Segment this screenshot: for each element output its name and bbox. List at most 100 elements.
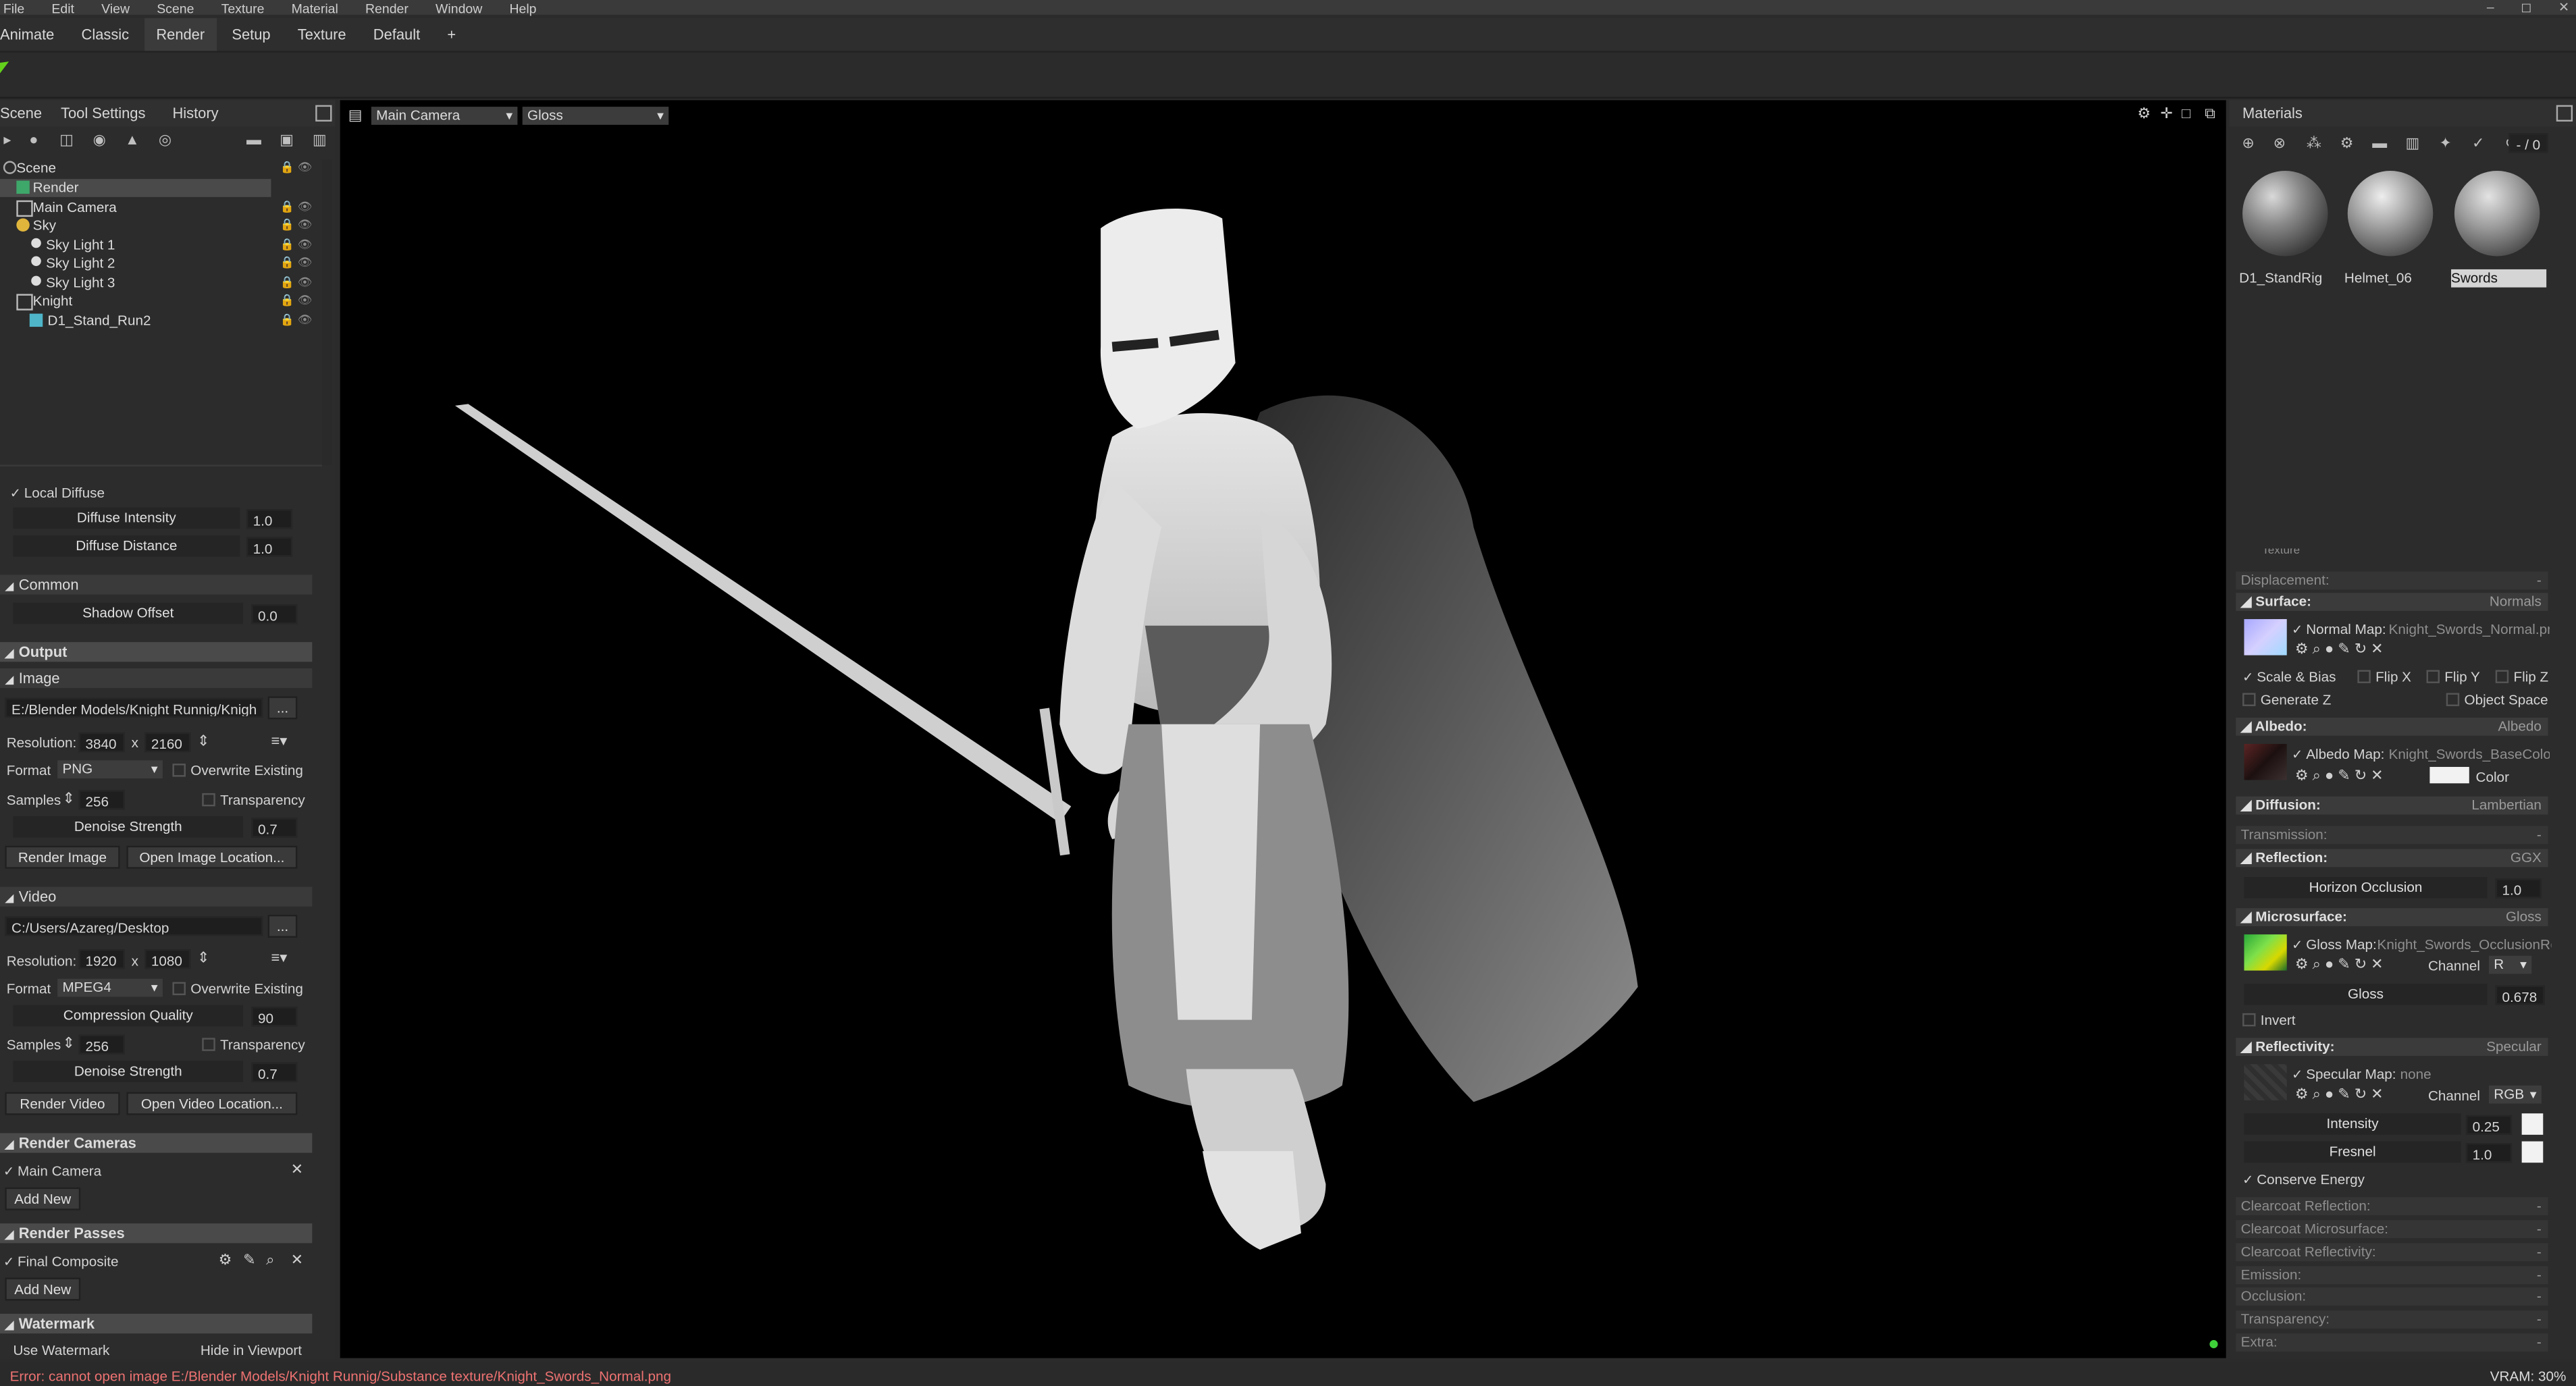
video-denoise-value[interactable]: 0.7 <box>251 1062 298 1083</box>
open-image-location-button[interactable]: Open Image Location... <box>126 845 298 869</box>
image-transparency-checkbox[interactable]: Transparency <box>202 790 305 809</box>
image-path-field[interactable]: E:/Blender Models/Knight Runnig/Knigh <box>5 697 263 718</box>
image-width-field[interactable]: 3840 <box>78 732 125 753</box>
section-microsurface[interactable]: ◢ Microsurface: Gloss <box>2236 908 2548 926</box>
compression-quality-slider[interactable]: Compression Quality <box>13 1005 244 1027</box>
lock-eye-icons[interactable]: 🔒 👁 <box>280 292 313 311</box>
duplicate-material-icon[interactable]: ⊗ <box>2272 136 2287 151</box>
image-format-dropdown[interactable]: PNG <box>57 760 163 779</box>
tree-item-scene[interactable]: Scene 🔒 👁 <box>0 159 322 178</box>
menu-file[interactable]: File <box>3 3 24 16</box>
check-icon[interactable]: ✓ <box>2471 136 2486 151</box>
lock-eye-icons[interactable]: 🔒 👁 <box>280 198 313 217</box>
section-transparency[interactable]: Transparency: - <box>2236 1310 2548 1329</box>
image-denoise-value[interactable]: 0.7 <box>251 818 298 838</box>
select-tool-icon[interactable] <box>0 61 11 77</box>
remove-camera-icon[interactable]: ✕ <box>291 1162 303 1177</box>
specular-map-checkbox[interactable]: Specular Map: <box>2292 1064 2396 1086</box>
section-occlusion[interactable]: Occlusion: - <box>2236 1287 2548 1306</box>
add-tab-button[interactable]: + <box>436 18 467 51</box>
tab-default[interactable]: Default <box>362 18 431 51</box>
viewport[interactable]: ▤ Main Camera Gloss ⚙ ✛ □ ⧉ <box>340 100 2226 1358</box>
add-group-icon[interactable]: ◉ <box>92 132 107 148</box>
map-tool-icons[interactable]: ⚙ ⌕ ● ✎ ↻ ✕ <box>2295 641 2384 657</box>
tree-item-main-camera[interactable]: Main Camera 🔒 👁 <box>0 198 322 217</box>
new-material-icon[interactable]: ⊕ <box>2241 136 2256 151</box>
aspect-icon[interactable]: ⇕ <box>197 950 209 965</box>
close-button[interactable]: ✕ <box>2558 0 2569 15</box>
lock-eye-icons[interactable]: 🔒 👁 <box>280 236 313 255</box>
invert-checkbox[interactable]: Invert <box>2242 1010 2296 1030</box>
gloss-map-checkbox[interactable]: Gloss Map: <box>2292 934 2377 956</box>
compression-quality-value[interactable]: 90 <box>251 1007 298 1027</box>
horizon-occlusion-value[interactable]: 1.0 <box>2495 878 2542 899</box>
assign-icon[interactable]: ✦ <box>2438 136 2453 151</box>
generate-z-checkbox[interactable]: Generate Z <box>2242 690 2332 710</box>
video-samples-field[interactable]: 256 <box>78 1034 125 1055</box>
flip-z-checkbox[interactable]: Flip Z <box>2496 667 2548 687</box>
specular-channel-dropdown[interactable]: RGB <box>2488 1085 2542 1104</box>
hide-in-viewport-checkbox[interactable]: Hide in Viewport <box>201 1340 302 1360</box>
diffuse-intensity-slider[interactable]: Diffuse Intensity <box>13 507 240 529</box>
maximize-button[interactable]: ◻ <box>2521 0 2531 15</box>
section-watermark[interactable]: ◢ Watermark <box>0 1313 313 1334</box>
specular-map-file[interactable]: none <box>2400 1064 2432 1084</box>
video-transparency-checkbox[interactable]: Transparency <box>202 1034 305 1054</box>
gloss-map-file[interactable]: Knight_Swords_OcclusionRo <box>2377 934 2552 954</box>
tab-materials[interactable]: Materials <box>2242 105 2303 122</box>
material-settings-icon[interactable]: ⚙ <box>2340 136 2355 151</box>
image-overwrite-checkbox[interactable]: Overwrite Existing <box>172 760 303 780</box>
image-samples-field[interactable]: 256 <box>78 790 125 810</box>
gloss-value[interactable]: 0.678 <box>2495 985 2545 1005</box>
local-diffuse-checkbox[interactable]: Local Diffuse <box>10 483 105 504</box>
video-height-field[interactable]: 1080 <box>144 949 191 969</box>
specular-map-thumbnail[interactable] <box>2244 1064 2287 1100</box>
gloss-channel-dropdown[interactable]: R <box>2488 955 2532 974</box>
open-video-location-button[interactable]: Open Video Location... <box>126 1092 298 1115</box>
section-reflectivity[interactable]: ◢ Reflectivity: Specular <box>2236 1038 2548 1057</box>
gloss-map-thumbnail[interactable] <box>2244 934 2287 971</box>
conserve-energy-checkbox[interactable]: Conserve Energy <box>2242 1169 2365 1191</box>
section-image[interactable]: ◢ Image <box>0 668 313 689</box>
material-thumb-swords[interactable]: Swords <box>2448 166 2547 288</box>
shadow-offset-value[interactable]: 0.0 <box>251 604 298 624</box>
image-height-field[interactable]: 2160 <box>144 732 191 753</box>
menu-scene[interactable]: Scene <box>157 3 194 16</box>
add-mesh-icon[interactable]: ▲ <box>125 132 140 148</box>
map-tool-icons[interactable]: ⚙ ⌕ ● ✎ ↻ ✕ <box>2295 768 2384 783</box>
normal-map-file[interactable]: Knight_Swords_Normal.png <box>2389 619 2550 639</box>
tab-tool-settings[interactable]: Tool Settings <box>61 105 145 122</box>
normal-map-thumbnail[interactable] <box>2244 619 2287 656</box>
section-clearcoat-reflectivity[interactable]: Clearcoat Reflectivity: - <box>2236 1243 2548 1262</box>
add-pass-button[interactable]: Add New <box>5 1277 81 1301</box>
section-output[interactable]: ◢ Output <box>0 642 313 662</box>
add-camera-button[interactable]: Add New <box>5 1187 81 1210</box>
new-object-icon[interactable]: ▸ <box>0 132 15 148</box>
intensity-slider[interactable]: Intensity <box>2244 1113 2461 1135</box>
tab-classic[interactable]: Classic <box>70 18 141 51</box>
menu-view[interactable]: View <box>101 3 130 16</box>
tree-item-knight[interactable]: Knight 🔒 👁 <box>0 292 322 311</box>
stepper-icon[interactable]: ⇕ <box>62 791 74 806</box>
tree-item-sky-light-1[interactable]: Sky Light 1 🔒 👁 <box>0 236 322 255</box>
stepper-icon[interactable]: ⇕ <box>62 1036 74 1051</box>
lock-eye-icons[interactable]: 🔒 👁 <box>280 274 313 292</box>
folder-icon[interactable]: ▬ <box>246 132 261 148</box>
main-camera-checkbox[interactable]: Main Camera <box>3 1161 101 1183</box>
material-thumb-d1-standrig[interactable]: D1_StandRig <box>2236 166 2334 286</box>
section-displacement[interactable]: Displacement: - <box>2236 571 2548 590</box>
shadow-offset-slider[interactable]: Shadow Offset <box>13 602 244 624</box>
minimize-button[interactable]: – <box>2487 0 2494 15</box>
menu-material[interactable]: Material <box>292 3 338 16</box>
merge-icon[interactable]: ⁂ <box>2307 136 2321 151</box>
remove-pass-icon[interactable]: ✕ <box>291 1252 303 1268</box>
map-tool-icons[interactable]: ⚙ ⌕ ● ✎ ↻ ✕ <box>2295 1086 2384 1102</box>
add-camera-icon[interactable]: ◫ <box>59 132 74 148</box>
popout-icon[interactable] <box>2556 105 2573 122</box>
section-render-passes[interactable]: ◢ Render Passes <box>0 1223 313 1244</box>
tab-render[interactable]: Render <box>144 18 217 51</box>
video-denoise-slider[interactable]: Denoise Strength <box>13 1061 244 1083</box>
section-albedo[interactable]: ◢ Albedo: Albedo <box>2236 718 2548 736</box>
section-reflection[interactable]: ◢ Reflection: GGX <box>2236 849 2548 868</box>
settings-icon[interactable]: ⚙ <box>219 1252 232 1268</box>
